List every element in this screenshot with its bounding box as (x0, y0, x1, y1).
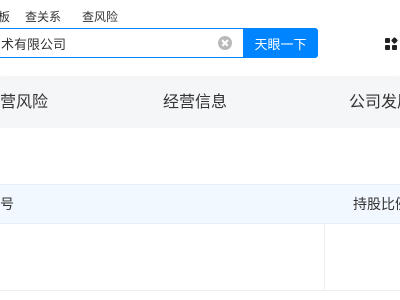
column-divider (324, 224, 325, 290)
tab-business-risk[interactable]: 经营风险 (0, 92, 48, 112)
column-header-index: 序号 (0, 197, 14, 213)
table-row-divider (0, 290, 400, 291)
apps-grid-icon[interactable] (385, 36, 399, 50)
search-box (0, 28, 244, 58)
search-tab-boss[interactable]: 查老板 (0, 10, 10, 24)
search-tab-risk[interactable]: 查风险 (82, 10, 118, 24)
section-nav: 经营风险 经营信息 公司发展 (0, 78, 400, 128)
column-header-share-ratio: 持股比例 (353, 197, 400, 213)
search-tab-relation[interactable]: 查关系 (25, 10, 61, 24)
search-input[interactable] (0, 29, 210, 57)
search-button[interactable]: 天眼一下 (243, 28, 318, 58)
clear-icon[interactable] (218, 36, 232, 50)
tab-company-development[interactable]: 公司发展 (349, 92, 400, 112)
tab-business-info[interactable]: 经营信息 (163, 92, 227, 112)
table-header: 序号 持股比例 (0, 184, 400, 224)
header: 查老板 查关系 查风险 天眼一下 (0, 0, 400, 76)
page: 查老板 查关系 查风险 天眼一下 经营风险 经营信息 公司发展 序号 持股比例 (0, 0, 400, 300)
